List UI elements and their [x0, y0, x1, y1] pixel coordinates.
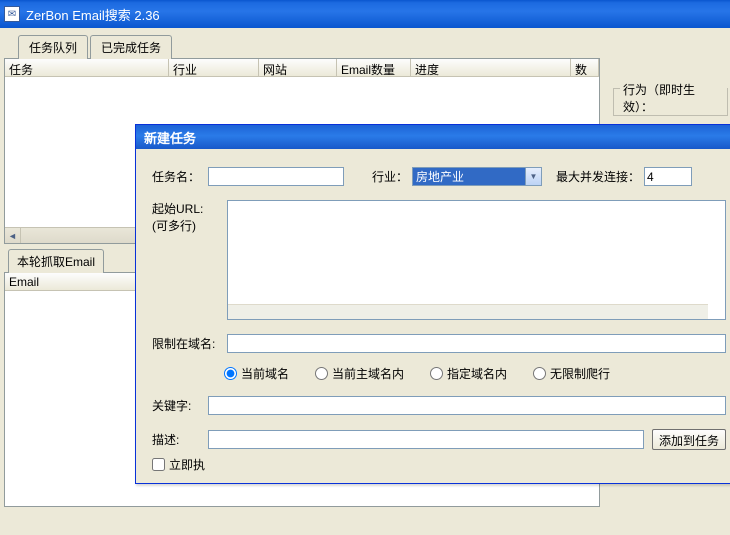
- label-taskname: 任务名：: [152, 168, 208, 185]
- window-title: ZerBon Email搜索 2.36: [26, 5, 160, 24]
- maxconn-input[interactable]: [644, 167, 692, 186]
- titlebar: ✉ ZerBon Email搜索 2.36: [0, 0, 730, 28]
- new-task-dialog: 新建任务 任务名： 行业： 房地产业 ▼ 最大并发连接： 起始URL: (可多行: [135, 124, 730, 484]
- taskname-input[interactable]: [208, 167, 344, 186]
- domain-scope-radios: 当前域名 当前主域名内 指定域名内 无限制爬行: [224, 365, 726, 382]
- label-maxconn: 最大并发连接：: [556, 168, 640, 185]
- label-industry: 行业：: [372, 168, 408, 185]
- col-task[interactable]: 任务: [5, 59, 169, 76]
- dialog-titlebar[interactable]: 新建任务: [136, 125, 730, 149]
- chevron-down-icon[interactable]: ▼: [525, 168, 541, 185]
- app-icon: ✉: [4, 6, 20, 22]
- radio-specified-domain[interactable]: 指定域名内: [430, 365, 507, 382]
- industry-value: 房地产业: [416, 168, 464, 185]
- behaviour-groupbox: 行为（即时生效）：: [613, 88, 728, 116]
- col-emailcount[interactable]: Email数量: [337, 59, 411, 76]
- radio-current-domain[interactable]: 当前域名: [224, 365, 289, 382]
- radio-current-main-domain[interactable]: 当前主域名内: [315, 365, 404, 382]
- col-num[interactable]: 数: [571, 59, 599, 76]
- radio-unlimited-crawl[interactable]: 无限制爬行: [533, 365, 610, 382]
- scroll-left-icon[interactable]: ◄: [5, 228, 21, 243]
- label-domain: 限制在域名:: [152, 335, 227, 352]
- tab-task-queue[interactable]: 任务队列: [18, 35, 88, 59]
- dialog-title: 新建任务: [144, 128, 196, 147]
- textarea-hscroll[interactable]: [228, 304, 708, 319]
- col-progress[interactable]: 进度: [411, 59, 571, 76]
- main-area: 任务队列 已完成任务 任务 行业 网站 Email数量 进度 数 ◄ 本轮抓取E…: [0, 28, 730, 535]
- exec-now-checkbox[interactable]: 立即执: [152, 456, 205, 473]
- desc-input[interactable]: [208, 430, 644, 449]
- label-desc: 描述:: [152, 431, 208, 448]
- col-site[interactable]: 网站: [259, 59, 337, 76]
- label-keyword: 关键字:: [152, 397, 208, 414]
- col-industry[interactable]: 行业: [169, 59, 259, 76]
- task-grid-header: 任务 行业 网站 Email数量 进度 数: [5, 59, 599, 77]
- industry-combo[interactable]: 房地产业 ▼: [412, 167, 542, 186]
- tab-grabbed-email[interactable]: 本轮抓取Email: [8, 249, 104, 273]
- keyword-input[interactable]: [208, 396, 726, 415]
- label-starturl: 起始URL: (可多行): [152, 200, 227, 234]
- tab-done-tasks[interactable]: 已完成任务: [90, 35, 172, 59]
- starturl-textarea[interactable]: [227, 200, 726, 320]
- groupbox-legend: 行为（即时生效）：: [620, 81, 727, 115]
- add-to-task-button[interactable]: 添加到任务: [652, 429, 726, 450]
- domain-input[interactable]: [227, 334, 726, 353]
- task-tabs: 任务队列 已完成任务: [18, 34, 726, 58]
